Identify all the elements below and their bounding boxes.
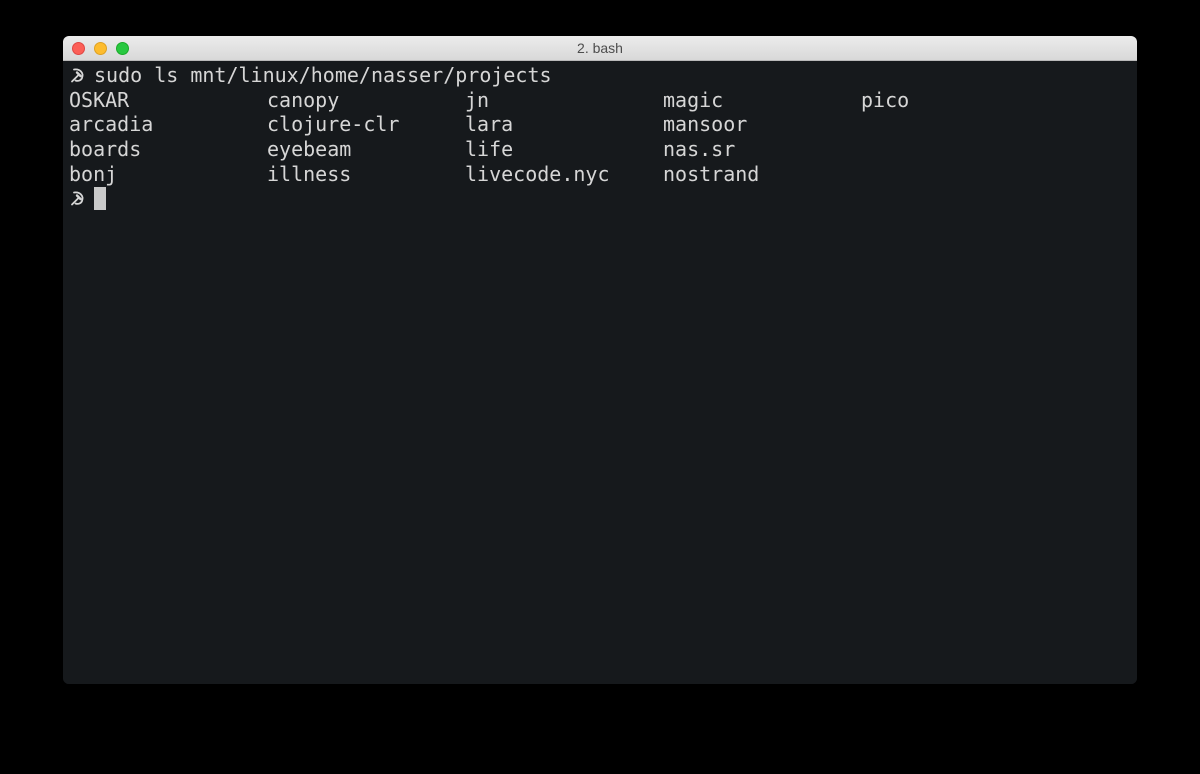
ls-entry: livecode.nyc (465, 161, 610, 186)
ls-entry: mansoor (663, 112, 748, 137)
terminal-window: 2. bash sudo ls mnt/linux/home/nasser/pr… (63, 36, 1137, 684)
ls-entry (861, 162, 1059, 187)
terminal-output[interactable]: sudo ls mnt/linux/home/nasser/projects O… (63, 61, 1137, 684)
ls-entry: eyebeam (267, 137, 352, 162)
ls-entry: boards (69, 137, 142, 162)
ls-entry: nas.sr (663, 137, 736, 162)
ls-entry (861, 137, 1059, 162)
active-prompt-line[interactable] (69, 186, 1137, 211)
command-text: sudo ls mnt/linux/home/nasser/projects (94, 63, 552, 87)
ls-entry (861, 112, 1059, 137)
ls-entry: bonj (69, 161, 118, 186)
title-bar[interactable]: 2. bash (63, 36, 1137, 61)
ls-entry: magic (663, 87, 724, 112)
ls-entry: pico (861, 87, 910, 112)
ls-entry: clojure-clr (267, 112, 400, 137)
ls-entry: jn (465, 87, 490, 112)
ls-output: OSKAR canopy jn magic pico arcadia cloju… (69, 88, 1137, 187)
ls-entry: canopy (267, 87, 340, 112)
ls-entry: nostrand (663, 161, 760, 186)
text-cursor (94, 187, 106, 211)
ls-entry: life (465, 137, 514, 162)
ls-entry: illness (267, 161, 352, 186)
hammer-and-sickle-icon (69, 186, 88, 211)
hammer-and-sickle-icon (69, 63, 88, 88)
window-title: 2. bash (577, 40, 623, 56)
ls-entry: lara (465, 112, 514, 137)
command-line: sudo ls mnt/linux/home/nasser/projects (69, 63, 1137, 88)
